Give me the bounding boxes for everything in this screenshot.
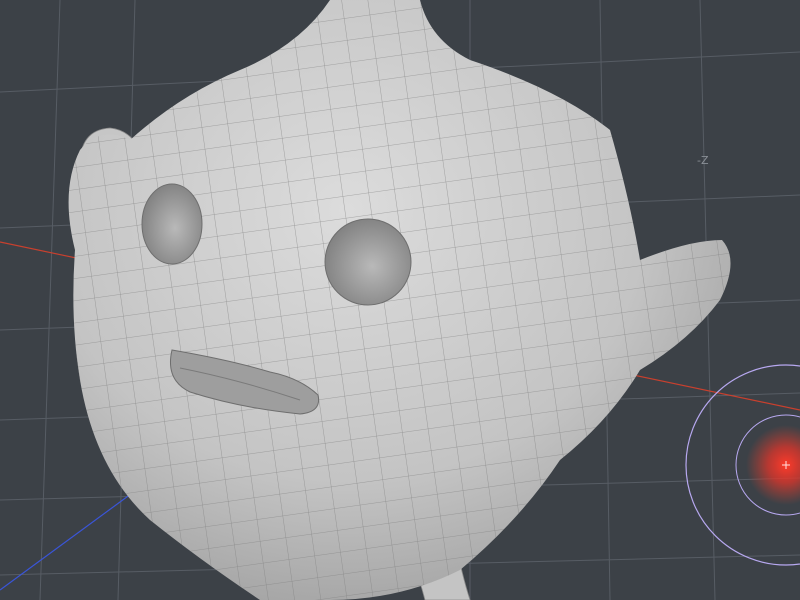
left-eye-socket: [141, 183, 203, 265]
character-mesh[interactable]: [0, 0, 800, 600]
axis-label-neg-z: -Z: [697, 154, 709, 167]
viewport-scene[interactable]: [0, 0, 800, 600]
right-eye-socket: [324, 218, 412, 306]
3d-viewport[interactable]: -Z: [0, 0, 800, 600]
